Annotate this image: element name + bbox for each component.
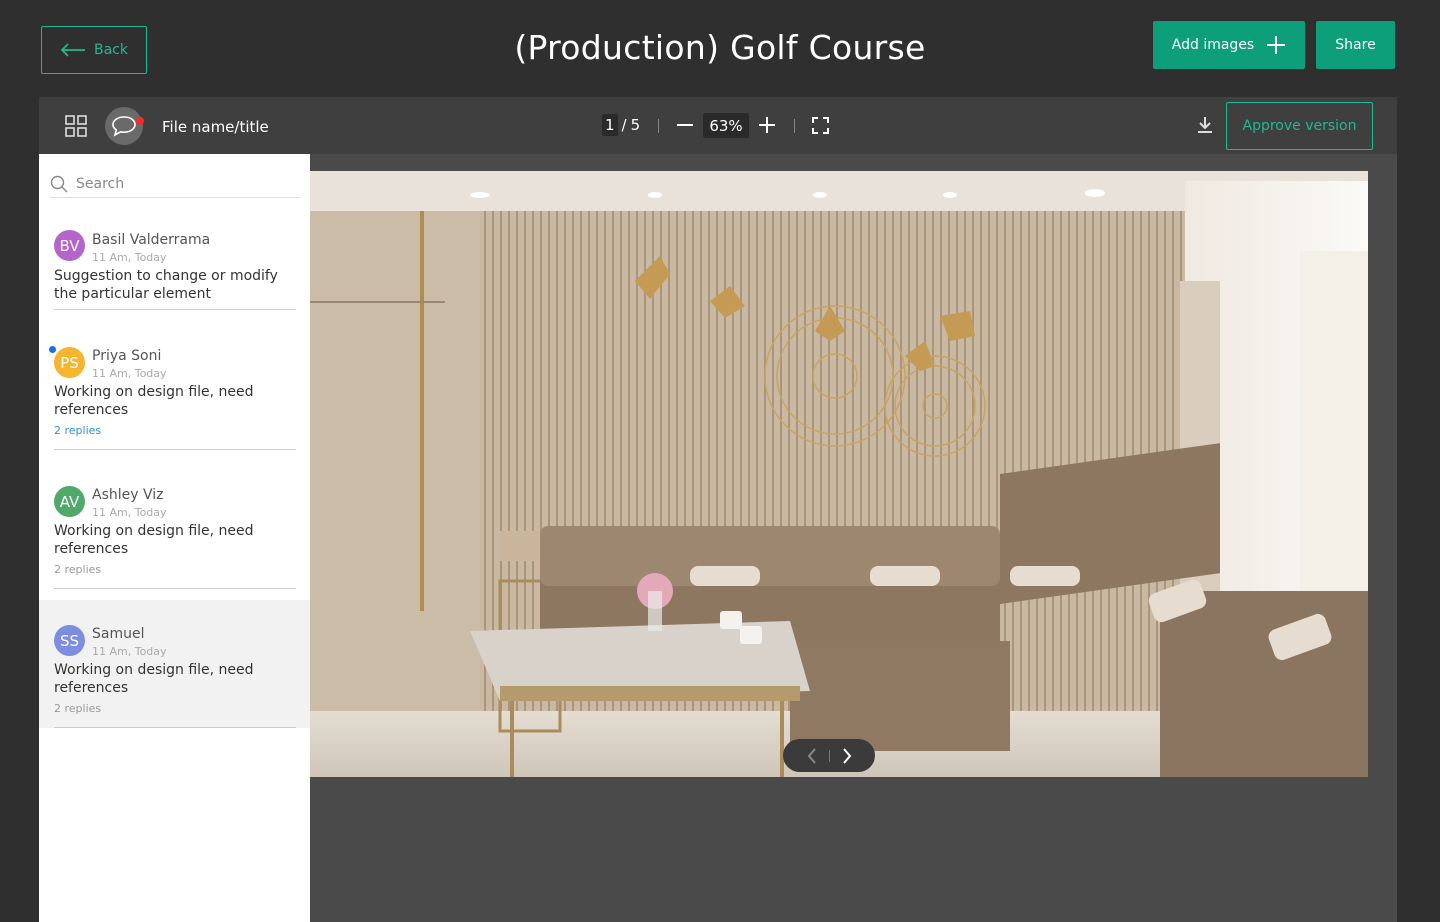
comment-text: Working on design file, need references [54,523,254,557]
avatar: BV [54,230,85,261]
avatar: SS [54,625,85,656]
search-input[interactable] [76,175,276,192]
add-images-button[interactable]: Add images [1153,21,1305,69]
add-images-label: Add images [1171,37,1255,53]
comment-author: Priya Soni [92,348,162,364]
living-room-render [310,171,1368,777]
comment-item[interactable]: PS Priya Soni 11 Am, Today Working on de… [39,310,310,450]
comment-time: 11 Am, Today [92,251,167,264]
share-label: Share [1335,37,1376,53]
unread-dot [49,346,56,353]
approve-version-button[interactable]: Approve version [1226,102,1373,150]
comments-panel: BV Basil Valderrama 11 Am, Today Suggest… [39,154,310,922]
comment-text: Working on design file, need references [54,662,254,696]
comment-author: Samuel [92,626,145,642]
zoom-out-icon[interactable] [675,115,695,135]
nav-divider [828,749,830,762]
download-icon[interactable] [1195,115,1215,135]
image-navigation [783,739,875,772]
comment-author: Ashley Viz [92,487,164,503]
replies-link[interactable]: 2 replies [54,424,101,437]
comment-time: 11 Am, Today [92,367,167,380]
search-box [50,170,299,198]
comments-toggle[interactable] [105,107,144,145]
zoom-in-icon[interactable] [757,115,777,135]
file-title: File name/title [162,118,269,136]
chat-bubble-icon [112,116,136,137]
viewer-toolbar: File name/title 1 / 5 63% Approve versio… [39,97,1397,154]
zoom-level[interactable]: 63% [703,113,749,138]
current-page-input[interactable]: 1 [602,114,618,136]
replies-link[interactable]: 2 replies [54,563,101,576]
search-icon [50,175,68,192]
avatar: AV [54,486,85,517]
fullscreen-icon[interactable] [812,117,829,134]
toolbar-divider [658,119,659,133]
page-separator: / [621,116,627,134]
plus-icon [1267,36,1286,54]
file-viewer: File name/title 1 / 5 63% Approve versio… [39,97,1397,922]
comment-time: 11 Am, Today [92,506,167,519]
comment-author: Basil Valderrama [92,232,211,248]
grid-icon[interactable] [65,115,87,137]
comment-time: 11 Am, Today [92,645,167,658]
chevron-right-icon[interactable] [838,747,856,765]
comment-item[interactable]: SS Samuel 11 Am, Today Working on design… [39,600,310,728]
share-button[interactable]: Share [1316,21,1395,69]
comment-text: Suggestion to change or modify the parti… [54,268,278,302]
design-image[interactable] [310,171,1368,777]
total-pages: 5 [630,116,641,134]
comment-text: Working on design file, need references [54,384,254,418]
replies-link[interactable]: 2 replies [54,702,101,715]
page-indicator: 1 / 5 [602,114,640,136]
comment-item[interactable]: AV Ashley Viz 11 Am, Today Working on de… [39,450,310,589]
notification-dot [136,117,144,125]
comment-item[interactable]: BV Basil Valderrama 11 Am, Today Suggest… [39,214,310,310]
avatar: PS [54,347,85,378]
toolbar-divider [794,119,795,133]
chevron-left-icon[interactable] [803,747,821,765]
